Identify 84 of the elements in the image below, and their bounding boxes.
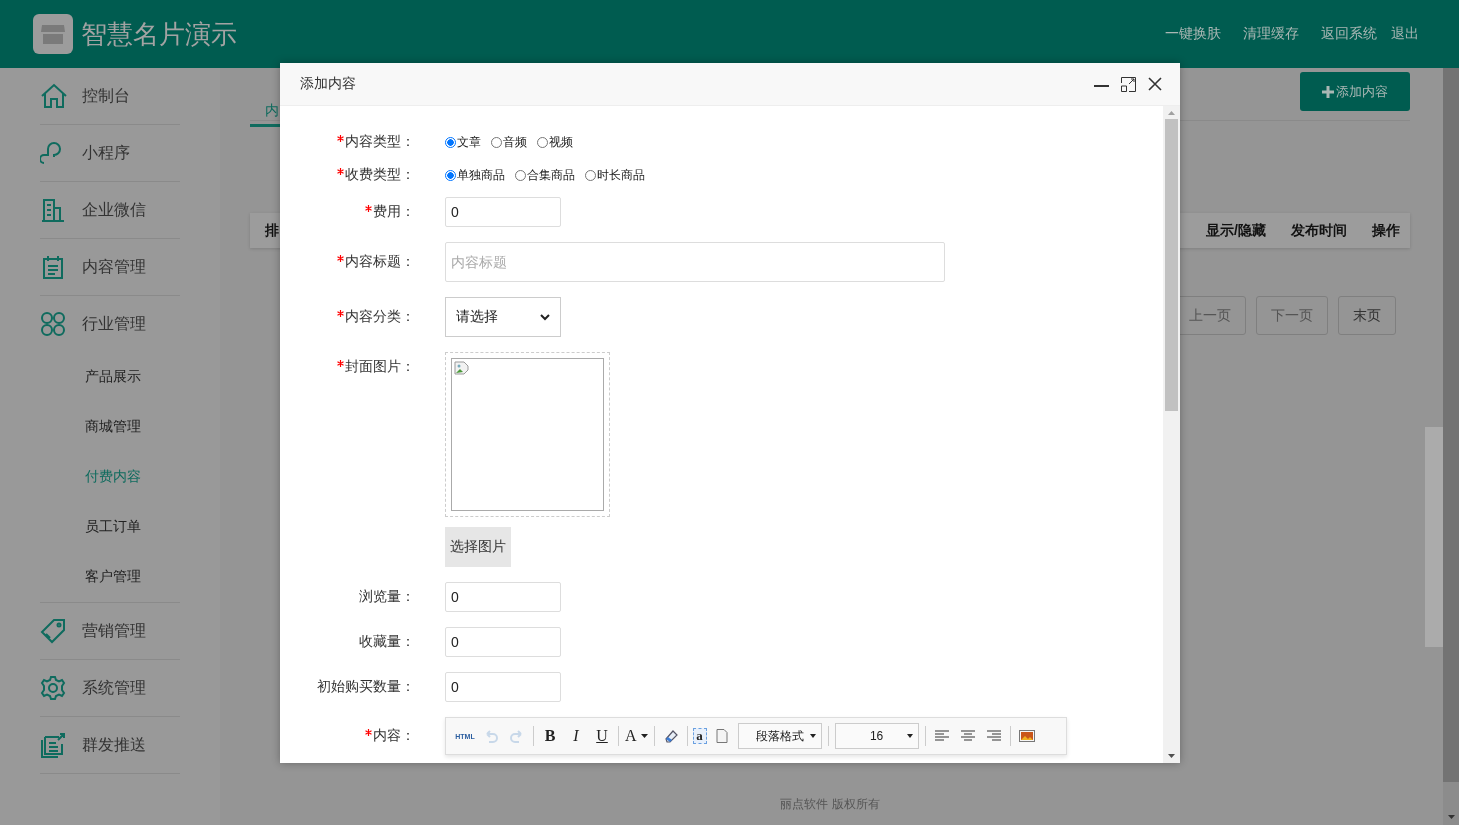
column-header: 排 xyxy=(265,221,279,240)
toolbar-button[interactable]: B xyxy=(539,725,561,747)
close-icon[interactable] xyxy=(1148,77,1162,91)
sidebar-subitem[interactable]: 客户管理 xyxy=(85,568,141,586)
align-left-icon xyxy=(933,728,950,744)
page-icon xyxy=(713,728,730,744)
sidebar-subitem[interactable]: 员工订单 xyxy=(85,518,141,536)
column-header: 操作 xyxy=(1372,221,1400,240)
sidebar-item[interactable]: 控制台 xyxy=(82,85,130,107)
input-field[interactable]: 内容标题 xyxy=(445,242,945,282)
header-link[interactable]: 返回系统 xyxy=(1321,25,1377,43)
undo-icon xyxy=(483,728,499,744)
field-label: 收费类型： xyxy=(345,166,415,184)
toolbar-dropdown[interactable]: 16 xyxy=(834,723,919,749)
sidebar-item[interactable]: 系统管理 xyxy=(82,677,146,699)
field-label: 内容分类： xyxy=(345,308,415,326)
dialog-title: 添加内容 xyxy=(300,75,356,93)
sidebar-item[interactable]: 营销管理 xyxy=(82,620,146,642)
caret-down-icon xyxy=(809,734,816,738)
header-link[interactable]: 一键换肤 xyxy=(1165,25,1221,43)
toolbar-button[interactable]: U xyxy=(591,725,613,747)
column-header: 发布时间 xyxy=(1291,221,1347,240)
field-label: 封面图片： xyxy=(345,358,415,376)
gear-icon xyxy=(40,675,66,701)
add-content-button[interactable]: 添加内容 xyxy=(1300,72,1410,111)
toolbar-button[interactable]: a xyxy=(692,728,707,744)
scroll-down-icon[interactable] xyxy=(1447,815,1455,819)
clover-icon xyxy=(40,311,66,337)
field-label: 浏览量： xyxy=(359,588,415,606)
align-center-icon xyxy=(959,728,976,744)
scrollbar[interactable] xyxy=(1163,106,1180,763)
caret-down-icon xyxy=(640,734,648,738)
sidebar-item[interactable]: 小程序 xyxy=(82,142,130,164)
logo-icon xyxy=(33,14,73,54)
choose-image-button[interactable]: 选择图片 xyxy=(445,527,511,567)
field-label: 内容： xyxy=(373,727,415,745)
sidebar-subitem[interactable]: 商城管理 xyxy=(85,418,141,436)
scroll-down-icon[interactable] xyxy=(1168,754,1175,758)
header-link[interactable]: 清理缓存 xyxy=(1243,25,1299,43)
page-button[interactable]: 末页 xyxy=(1338,296,1396,335)
maximize-icon[interactable] xyxy=(1121,76,1136,92)
input-field[interactable]: 0 xyxy=(445,627,561,657)
scroll-up-icon[interactable] xyxy=(1168,111,1175,115)
header-link[interactable]: 退出 xyxy=(1391,25,1419,43)
clipboard-icon xyxy=(40,255,66,279)
app-title: 智慧名片演示 xyxy=(81,17,237,51)
field-label: 内容类型： xyxy=(345,133,415,151)
building-icon xyxy=(40,198,66,222)
select-field[interactable]: 请选择 xyxy=(445,297,561,337)
sidebar-item[interactable]: 内容管理 xyxy=(82,256,146,278)
footer-text: 丽点软件 版权所有 xyxy=(780,797,880,811)
radio-option[interactable]: 视频 xyxy=(537,133,573,151)
toolbar-dropdown[interactable]: 段落格式 xyxy=(737,723,822,749)
radio-option[interactable]: 合集商品 xyxy=(515,166,575,184)
field-label: 收藏量： xyxy=(359,633,415,651)
sidebar-subitem[interactable]: 产品展示 xyxy=(85,368,141,386)
font-color-button[interactable]: A xyxy=(624,725,649,747)
align-right-icon xyxy=(985,728,1002,744)
image-icon xyxy=(1018,728,1035,744)
broken-image-icon xyxy=(454,361,470,377)
chevron-down-icon xyxy=(540,313,550,321)
tag-icon xyxy=(40,618,66,644)
plus-icon xyxy=(1322,85,1334,98)
radio-option[interactable]: 单独商品 xyxy=(445,166,505,184)
input-field[interactable]: 0 xyxy=(445,672,561,702)
field-label: 内容标题： xyxy=(345,253,415,271)
radio-option[interactable]: 文章 xyxy=(445,133,481,151)
caret-down-icon xyxy=(906,734,913,738)
sidebar-item[interactable]: 群发推送 xyxy=(82,734,146,756)
radio-option[interactable]: 时长商品 xyxy=(585,166,645,184)
sidebar-item[interactable]: 行业管理 xyxy=(82,313,146,335)
radio-option[interactable]: 音频 xyxy=(491,133,527,151)
column-header: 显示/隐藏 xyxy=(1206,221,1266,240)
field-label: 费用： xyxy=(373,203,415,221)
toolbar-button[interactable]: I xyxy=(565,725,587,747)
field-label: 初始购买数量： xyxy=(317,678,415,696)
input-field[interactable]: 0 xyxy=(445,197,561,227)
input-field[interactable]: 0 xyxy=(445,582,561,612)
documents-icon xyxy=(40,732,66,758)
sidebar-item[interactable]: 企业微信 xyxy=(82,199,146,221)
eraser-icon xyxy=(662,728,679,744)
redo-icon xyxy=(509,728,525,744)
home-icon xyxy=(40,83,68,109)
scrollbar[interactable] xyxy=(1443,68,1459,825)
